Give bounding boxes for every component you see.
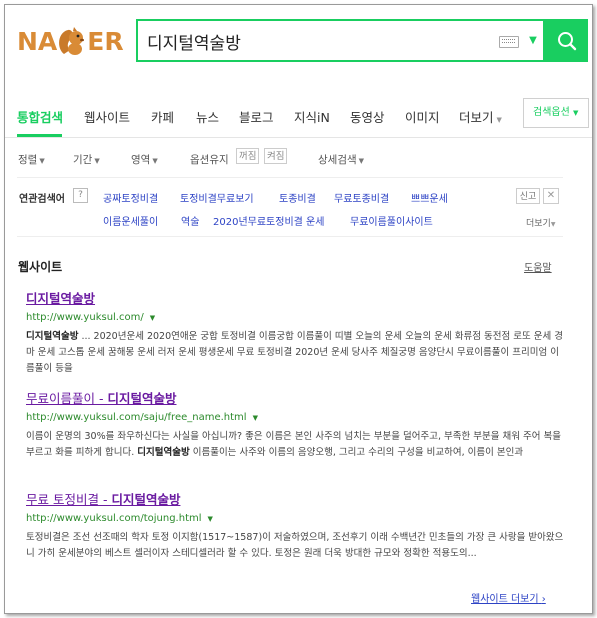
chevron-down-icon: ▼	[358, 157, 365, 165]
close-icon[interactable]: ✕	[543, 188, 559, 204]
result-title-bold: 디지털역술방	[111, 492, 181, 507]
result-url[interactable]: http://www.yuksul.com/ ▼	[26, 312, 566, 323]
chevron-down-icon: ▼	[573, 109, 579, 117]
result-title-plain: 무료 토정비결 -	[26, 492, 112, 507]
search-icon	[558, 32, 577, 51]
related-link[interactable]: 공짜토정비결	[103, 190, 158, 205]
related-link[interactable]: 무료이름풀이사이트	[350, 213, 433, 228]
option-keep-on[interactable]: 켜짐	[264, 148, 288, 164]
filter-period[interactable]: 기간 ▼	[73, 152, 100, 167]
chevron-right-icon: ›	[541, 594, 546, 605]
related-link[interactable]: 쁘쁘운세	[411, 190, 448, 205]
chevron-down-icon[interactable]: ▼	[150, 314, 155, 322]
chevron-down-icon: ▼	[94, 157, 100, 165]
result-desc-bold: 디지털역술방	[26, 331, 79, 342]
chevron-down-icon[interactable]: ▼	[253, 414, 258, 422]
related-link[interactable]: 역술	[181, 213, 199, 228]
option-keep-off[interactable]: 꺼짐	[236, 148, 260, 164]
report-button[interactable]: 신고	[516, 188, 540, 204]
filter-bar: 정렬 ▼ 기간 ▼ 영역 ▼ 옵션유지 꺼짐 켜짐 상세검색 ▼	[5, 138, 592, 176]
chevron-down-icon: ▼	[496, 116, 502, 124]
keyboard-icon[interactable]	[499, 36, 519, 48]
filter-sort[interactable]: 정렬 ▼	[18, 152, 45, 167]
tab-kin[interactable]: 지식iN	[294, 107, 330, 126]
tab-integrated[interactable]: 통합검색	[17, 107, 63, 126]
related-more-label: 더보기	[526, 219, 551, 229]
result-url-text: http://www.yuksul.com/	[26, 312, 144, 323]
tab-website[interactable]: 웹사이트	[84, 107, 130, 126]
result-title[interactable]: 디지털역술방	[26, 288, 566, 307]
related-link[interactable]: 이름운세풀이	[103, 213, 158, 228]
filter-area-label: 영역	[131, 154, 151, 166]
squirrel-logo-icon	[58, 26, 86, 56]
result-description: 토정비결은 조선 선조때의 학자 토정 이지함(1517~1587)이 저술하였…	[26, 532, 564, 559]
help-link[interactable]: 도움말	[524, 259, 552, 274]
filter-detail-search[interactable]: 상세검색 ▼	[318, 152, 364, 167]
related-link[interactable]: 무료토종비결	[334, 190, 389, 205]
chevron-down-icon[interactable]: ▼	[208, 515, 213, 523]
result-description: 이름이 운명의 30%를 좌우하신다는 사실을 아십니까? 좋은 이름은 본인 …	[26, 429, 566, 461]
option-keep-label: 옵션유지	[190, 154, 229, 166]
chevron-down-icon: ▼	[39, 157, 45, 165]
result-desc-bold: 디지털역술방	[137, 447, 190, 458]
search-box: ▼	[136, 19, 545, 62]
logo-text-right: ER	[87, 26, 124, 56]
tab-news[interactable]: 뉴스	[196, 107, 219, 126]
filter-period-label: 기간	[73, 154, 93, 166]
search-options-button[interactable]: 검색옵션 ▼	[523, 98, 589, 128]
chevron-down-icon[interactable]: ▼	[527, 35, 539, 47]
tab-more-label: 더보기	[459, 110, 494, 125]
chevron-down-icon: ▼	[550, 221, 556, 228]
tab-image[interactable]: 이미지	[405, 107, 440, 126]
tab-more[interactable]: 더보기 ▼	[459, 107, 502, 126]
related-searches: 연관검색어 ? 공짜토정비결 토정비결무료보기 토종비결 무료토종비결 쁘쁘운세…	[17, 177, 563, 237]
result-url[interactable]: http://www.yuksul.com/tojung.html ▼	[26, 513, 566, 524]
search-result: 무료이름풀이 - 디지털역술방 http://www.yuksul.com/sa…	[26, 388, 566, 461]
result-title[interactable]: 무료이름풀이 - 디지털역술방	[26, 388, 566, 407]
chevron-down-icon: ▼	[152, 157, 158, 165]
help-icon[interactable]: ?	[73, 188, 88, 203]
tab-cafe[interactable]: 카페	[151, 107, 174, 126]
section-title: 웹사이트	[18, 260, 63, 274]
tab-blog[interactable]: 블로그	[239, 107, 274, 126]
search-result: 무료 토정비결 - 디지털역술방 http://www.yuksul.com/t…	[26, 489, 566, 562]
result-url-text: http://www.yuksul.com/tojung.html	[26, 513, 202, 524]
search-result: 디지털역술방 http://www.yuksul.com/ ▼ 디지털역술방 ..…	[26, 288, 566, 377]
search-options-label: 검색옵션	[533, 107, 570, 118]
related-more-button[interactable]: 더보기▼	[526, 216, 555, 229]
search-button[interactable]	[545, 19, 588, 62]
site-logo[interactable]: NA ER	[17, 26, 124, 56]
related-link[interactable]: 토종비결	[279, 190, 316, 205]
browser-frame: NA ER ▼ 통합검색 웹사이트 카페 뉴스 블로그 지식	[4, 4, 593, 614]
result-url-text: http://www.yuksul.com/saju/free_name.htm…	[26, 412, 247, 423]
logo-text-left: NA	[17, 26, 58, 56]
result-description: 디지털역술방 ... 2020년운세 2020연애운 궁합 토정비결 이름궁합 …	[26, 329, 566, 377]
filter-sort-label: 정렬	[18, 154, 38, 166]
filter-detail-label: 상세검색	[318, 154, 357, 166]
related-link[interactable]: 2020년무료토정비결 운세	[213, 213, 324, 228]
result-title[interactable]: 무료 토정비결 - 디지털역술방	[26, 489, 566, 508]
related-title: 연관검색어	[19, 194, 65, 205]
result-title-bold: 디지털역술방	[107, 391, 177, 406]
active-tab-indicator	[17, 134, 62, 137]
result-title-plain: 무료이름풀이 -	[26, 391, 108, 406]
website-more-label: 웹사이트 더보기	[471, 594, 539, 605]
result-desc-text: 이름풀이는 사주와 이름의 음양오행, 그리고 수리의 구성을 비교하여, 이름…	[189, 447, 524, 458]
related-link[interactable]: 토정비결무료보기	[180, 190, 254, 205]
result-desc-text: ... 2020년운세 2020연애운 궁합 토정비결 이름궁합 이름풀이 띠별…	[26, 331, 564, 374]
tab-video[interactable]: 동영상	[350, 107, 385, 126]
search-tabs: 통합검색 웹사이트 카페 뉴스 블로그 지식iN 동영상 이미지 더보기 ▼ 검색…	[5, 89, 592, 138]
filter-area[interactable]: 영역 ▼	[131, 152, 158, 167]
result-title-bold: 디지털역술방	[26, 291, 96, 306]
website-more-link[interactable]: 웹사이트 더보기 ›	[471, 590, 546, 605]
result-url[interactable]: http://www.yuksul.com/saju/free_name.htm…	[26, 412, 566, 423]
search-input[interactable]	[147, 29, 467, 53]
